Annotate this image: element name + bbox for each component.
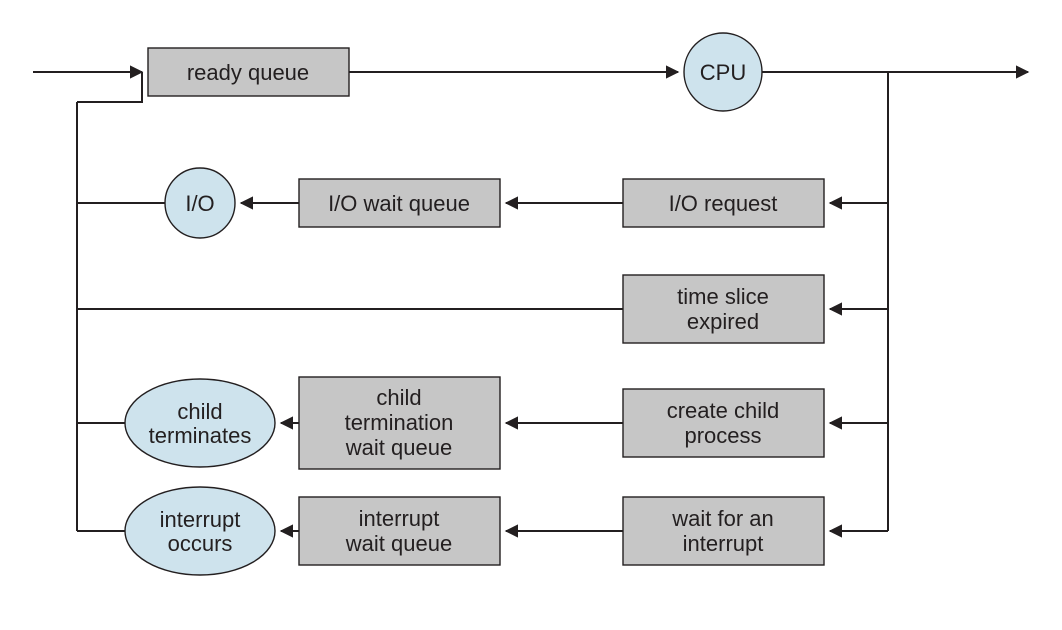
interrupt-wq-l1: interrupt — [359, 506, 440, 531]
time-slice-l1: time slice — [677, 284, 769, 309]
left-bus-into-ready — [77, 72, 142, 102]
ready-queue-label: ready queue — [187, 60, 309, 85]
wait-interrupt-l1: wait for an — [671, 506, 774, 531]
interrupt-occurs-l1: interrupt — [160, 507, 241, 532]
child-term-wq-l2: termination — [345, 410, 454, 435]
cpu-label: CPU — [700, 60, 746, 85]
create-child-l1: create child — [667, 398, 780, 423]
child-terminates-l1: child — [177, 399, 222, 424]
child-term-wq-l3: wait queue — [345, 435, 452, 460]
interrupt-wq-l2: wait queue — [345, 531, 452, 556]
child-terminates-l2: terminates — [149, 423, 252, 448]
io-wait-queue-label: I/O wait queue — [328, 191, 470, 216]
create-child-l2: process — [684, 423, 761, 448]
io-request-label: I/O request — [669, 191, 778, 216]
interrupt-occurs-l2: occurs — [168, 531, 233, 556]
time-slice-l2: expired — [687, 309, 759, 334]
wait-interrupt-l2: interrupt — [683, 531, 764, 556]
child-term-wq-l1: child — [376, 385, 421, 410]
io-label: I/O — [185, 191, 214, 216]
process-queue-diagram: ready queue CPU I/O I/O wait queue I/O r… — [0, 0, 1062, 630]
